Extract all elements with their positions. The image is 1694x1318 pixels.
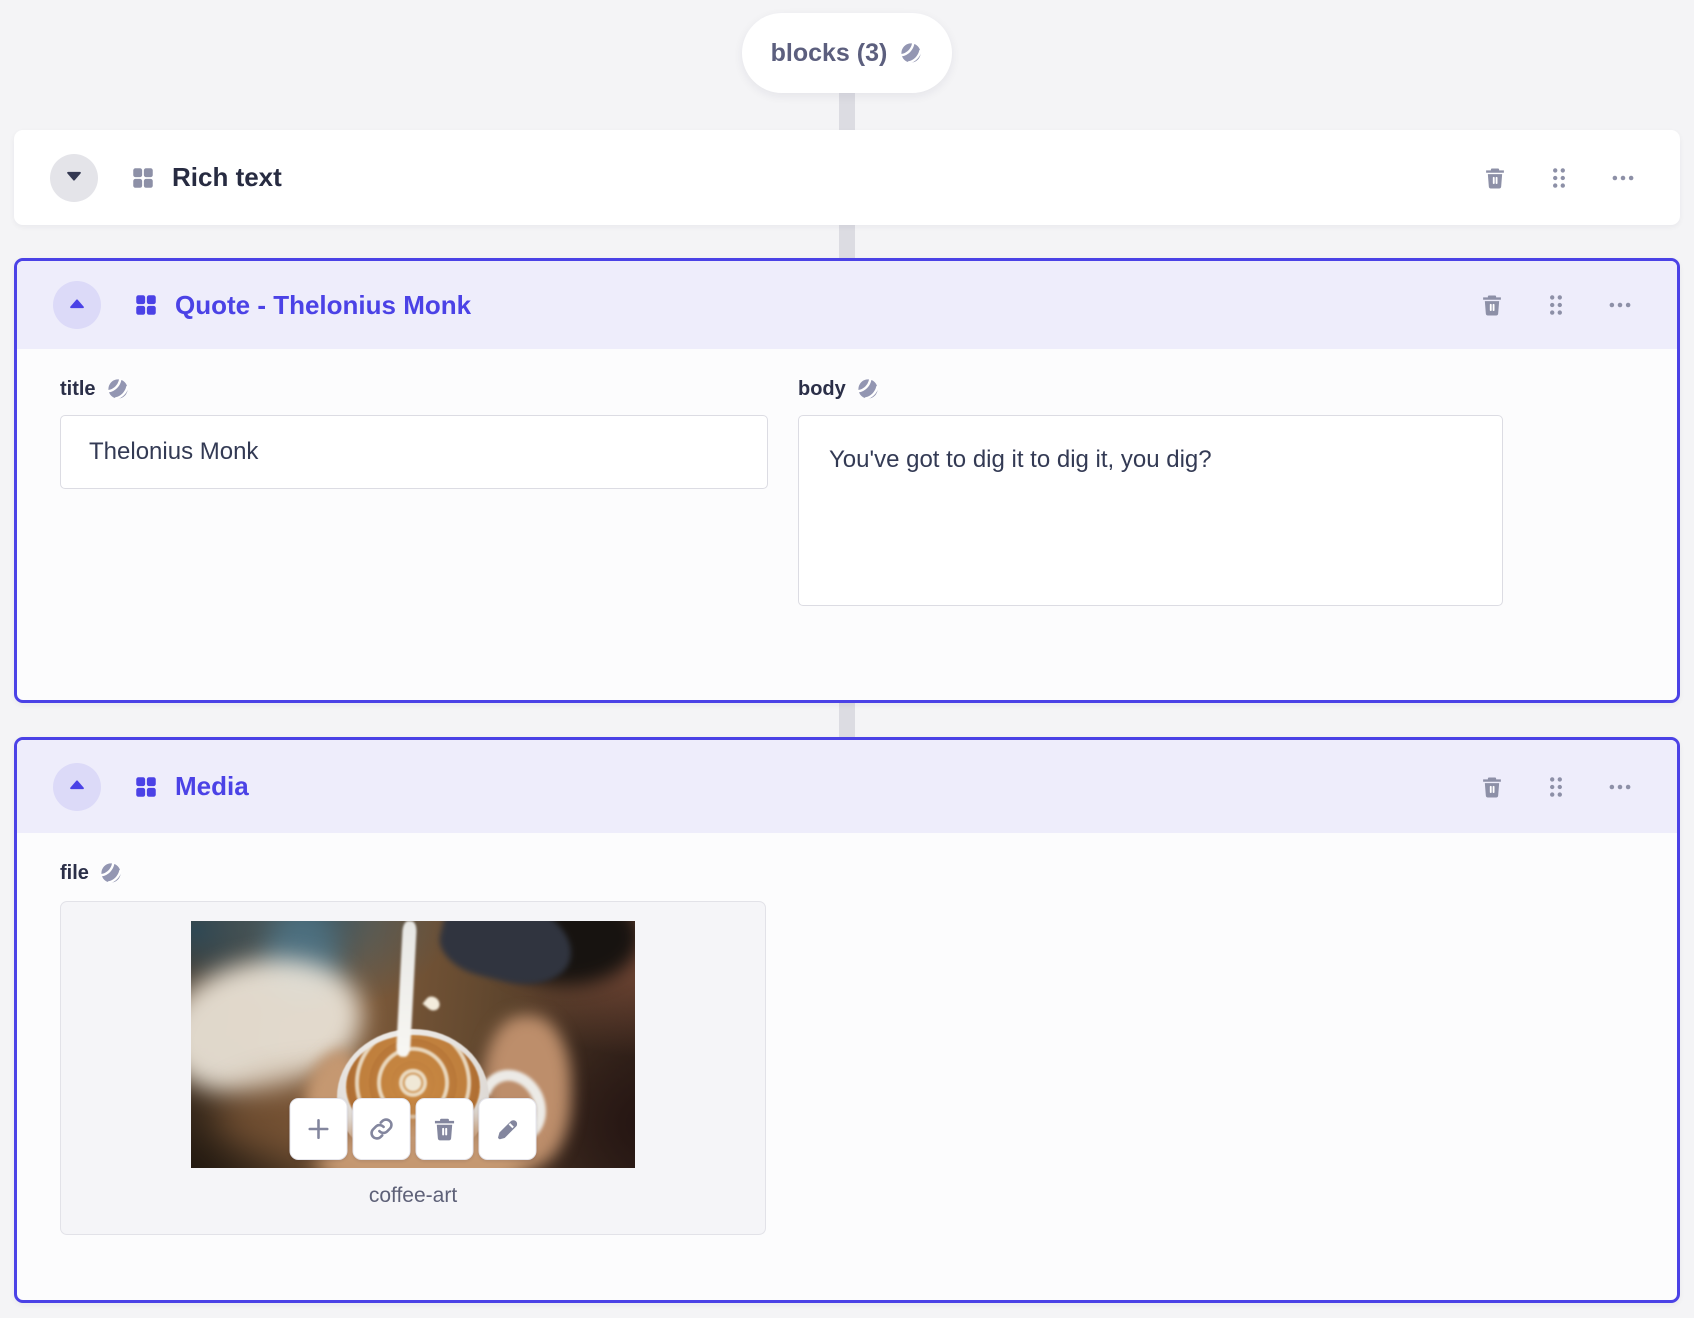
drag-handle[interactable] xyxy=(1539,288,1573,322)
ellipsis-icon xyxy=(1607,784,1633,803)
block-menu-button[interactable] xyxy=(1603,288,1637,322)
delete-block-button[interactable] xyxy=(1475,288,1509,322)
globe-icon xyxy=(856,377,880,401)
triangle-up-icon xyxy=(66,293,88,318)
block-connector xyxy=(839,90,855,132)
block-menu-button[interactable] xyxy=(1603,770,1637,804)
blocks-field-editor: blocks (3) Rich text Quote - Thelonius M… xyxy=(0,0,1694,1318)
field-label-title: title xyxy=(60,377,768,401)
title-input[interactable] xyxy=(60,415,768,489)
drag-handle[interactable] xyxy=(1542,161,1576,195)
block-connector xyxy=(839,701,855,739)
block-card-media: Media file coffee-art xyxy=(14,737,1680,1303)
link-file-button[interactable] xyxy=(352,1098,411,1160)
field-label-file: file xyxy=(60,861,1677,885)
blocks-field-label-pill: blocks (3) xyxy=(742,13,952,93)
trash-icon xyxy=(1479,776,1505,803)
ellipsis-icon xyxy=(1610,175,1636,194)
blocks-grid-icon xyxy=(133,774,159,800)
file-upload-card: coffee-art xyxy=(60,901,766,1235)
delete-block-button[interactable] xyxy=(1478,161,1512,195)
block-header-quote[interactable]: Quote - Thelonius Monk xyxy=(17,261,1677,349)
drag-dots-icon xyxy=(1546,167,1572,194)
collapse-toggle-button[interactable] xyxy=(50,153,98,202)
drag-dots-icon xyxy=(1543,776,1569,803)
globe-icon xyxy=(899,41,923,65)
triangle-up-icon xyxy=(66,774,88,799)
link-icon xyxy=(368,1115,396,1143)
globe-icon xyxy=(106,377,130,401)
delete-file-button[interactable] xyxy=(415,1098,474,1160)
body-textarea[interactable]: You've got to dig it to dig it, you dig? xyxy=(798,415,1503,606)
field-label-text: file xyxy=(60,861,89,884)
blocks-grid-icon xyxy=(133,292,159,318)
trash-icon xyxy=(1479,295,1505,321)
photo-latte-art-shape xyxy=(422,993,443,1014)
block-title: Rich text xyxy=(172,162,282,192)
pencil-icon xyxy=(494,1115,522,1143)
globe-icon xyxy=(99,861,123,885)
block-card-rich-text: Rich text xyxy=(14,130,1680,225)
field-label-text: title xyxy=(60,377,96,400)
add-file-button[interactable] xyxy=(289,1098,348,1160)
file-action-toolbar xyxy=(289,1098,537,1160)
file-caption: coffee-art xyxy=(368,1184,458,1207)
delete-block-button[interactable] xyxy=(1475,770,1509,804)
block-connector xyxy=(839,223,855,260)
drag-dots-icon xyxy=(1543,295,1569,321)
drag-handle[interactable] xyxy=(1539,770,1573,804)
block-menu-button[interactable] xyxy=(1606,161,1640,195)
blocks-count-label: blocks (3) xyxy=(770,38,888,67)
trash-icon xyxy=(431,1115,459,1143)
block-card-quote: Quote - Thelonius Monk title Thelonius M… xyxy=(14,258,1680,703)
plus-icon xyxy=(305,1115,333,1143)
file-thumbnail[interactable] xyxy=(191,921,635,1168)
block-header-media[interactable]: Media xyxy=(17,740,1677,833)
edit-file-button[interactable] xyxy=(478,1098,537,1160)
collapse-toggle-button[interactable] xyxy=(53,762,101,811)
block-header-rich-text[interactable]: Rich text xyxy=(14,130,1680,225)
block-title: Quote - Thelonius Monk xyxy=(175,289,472,320)
field-label-text: body xyxy=(798,377,846,400)
field-label-body: body xyxy=(798,377,1503,401)
block-title: Media xyxy=(175,771,249,801)
ellipsis-icon xyxy=(1607,302,1633,321)
collapse-toggle-button[interactable] xyxy=(53,281,101,329)
trash-icon xyxy=(1482,167,1508,194)
blocks-grid-icon xyxy=(130,165,156,191)
triangle-down-icon xyxy=(63,165,85,190)
